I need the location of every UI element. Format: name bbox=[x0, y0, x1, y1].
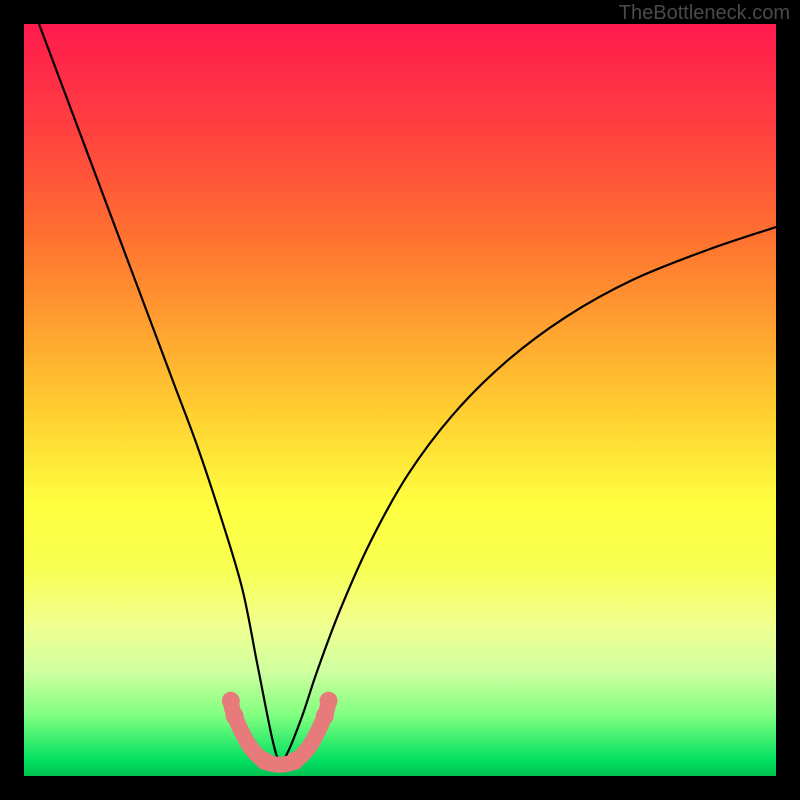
marker-bead bbox=[320, 692, 338, 710]
marker-band-group bbox=[222, 692, 338, 770]
attribution-text: TheBottleneck.com bbox=[619, 2, 790, 25]
marker-bead bbox=[316, 707, 334, 725]
marker-band-path bbox=[231, 701, 329, 765]
marker-bead bbox=[222, 692, 240, 710]
marker-bead bbox=[226, 707, 244, 725]
bottleneck-curve-path bbox=[39, 24, 776, 762]
chart-plot-area bbox=[24, 24, 776, 776]
marker-bead bbox=[286, 752, 304, 770]
bottleneck-curve-svg bbox=[24, 24, 776, 776]
marker-bead bbox=[256, 752, 274, 770]
